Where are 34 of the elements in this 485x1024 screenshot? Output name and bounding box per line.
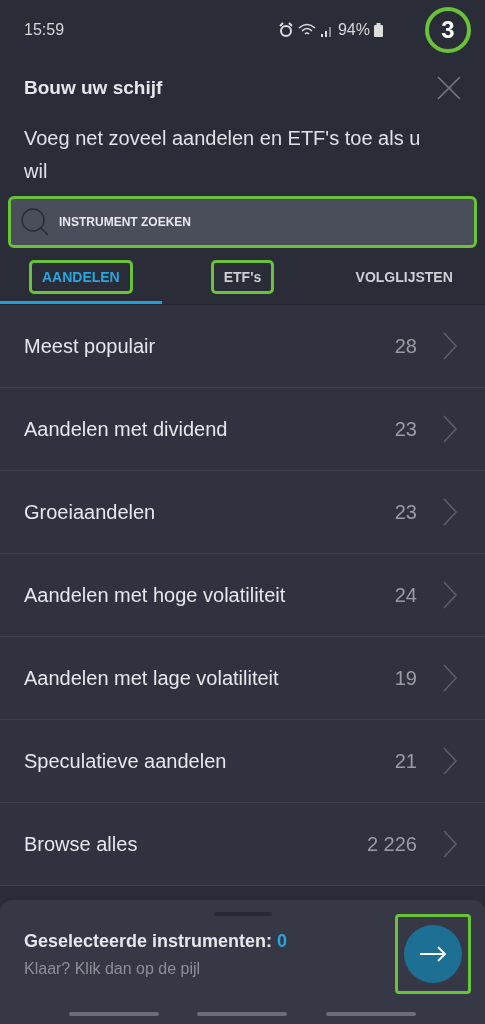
tab[interactable]: VOLGLIJSTEN: [342, 259, 466, 294]
category-row[interactable]: Browse alles 2 226: [0, 803, 485, 886]
chevron-icon: [443, 498, 457, 526]
search-icon: [20, 207, 50, 237]
chevron-icon: [443, 332, 457, 360]
chevron-icon: [443, 830, 457, 858]
category-row[interactable]: Aandelen met hoge volatiliteit 24: [0, 554, 485, 637]
tab[interactable]: AANDELEN: [28, 259, 133, 294]
nav-handle[interactable]: [197, 1012, 288, 1016]
nav-handle[interactable]: [325, 1012, 416, 1016]
nav-handle[interactable]: [69, 1012, 160, 1016]
hint-text: Klaar? Klik dan op de pijl: [24, 959, 202, 978]
wifi-icon: [297, 23, 316, 37]
chevron-icon: [443, 747, 457, 775]
sheet-title: Bouw uw schijf: [24, 77, 163, 99]
category-row[interactable]: Groeiaandelen 23: [0, 471, 485, 554]
category-row[interactable]: Meest populair 28: [0, 305, 485, 388]
step-badge: 3: [425, 7, 471, 53]
arrow-icon: [419, 946, 447, 962]
chevron-icon: [443, 415, 457, 443]
category-row[interactable]: Aandelen met dividend 23: [0, 388, 485, 471]
search-field[interactable]: INSTRUMENT ZOEKEN: [8, 196, 477, 248]
alarm-icon: [277, 22, 294, 38]
category-row[interactable]: Aandelen met lage volatiliteit 19: [0, 637, 485, 720]
instruction-text: Voeg net zoveel aandelen en ETF's toe als u wil: [24, 126, 422, 184]
tab[interactable]: ETF's: [210, 259, 275, 294]
battery-level: 94%: [337, 21, 370, 39]
chevron-icon: [443, 664, 457, 692]
close-icon[interactable]: [437, 76, 461, 100]
category-row[interactable]: Speculatieve aandelen 21: [0, 720, 485, 803]
selected-count-label: Geselecteerde instrumenten: 0: [24, 930, 288, 952]
status-time: 15:59: [24, 21, 65, 39]
chevron-icon: [443, 581, 457, 609]
battery-icon: [374, 23, 383, 37]
